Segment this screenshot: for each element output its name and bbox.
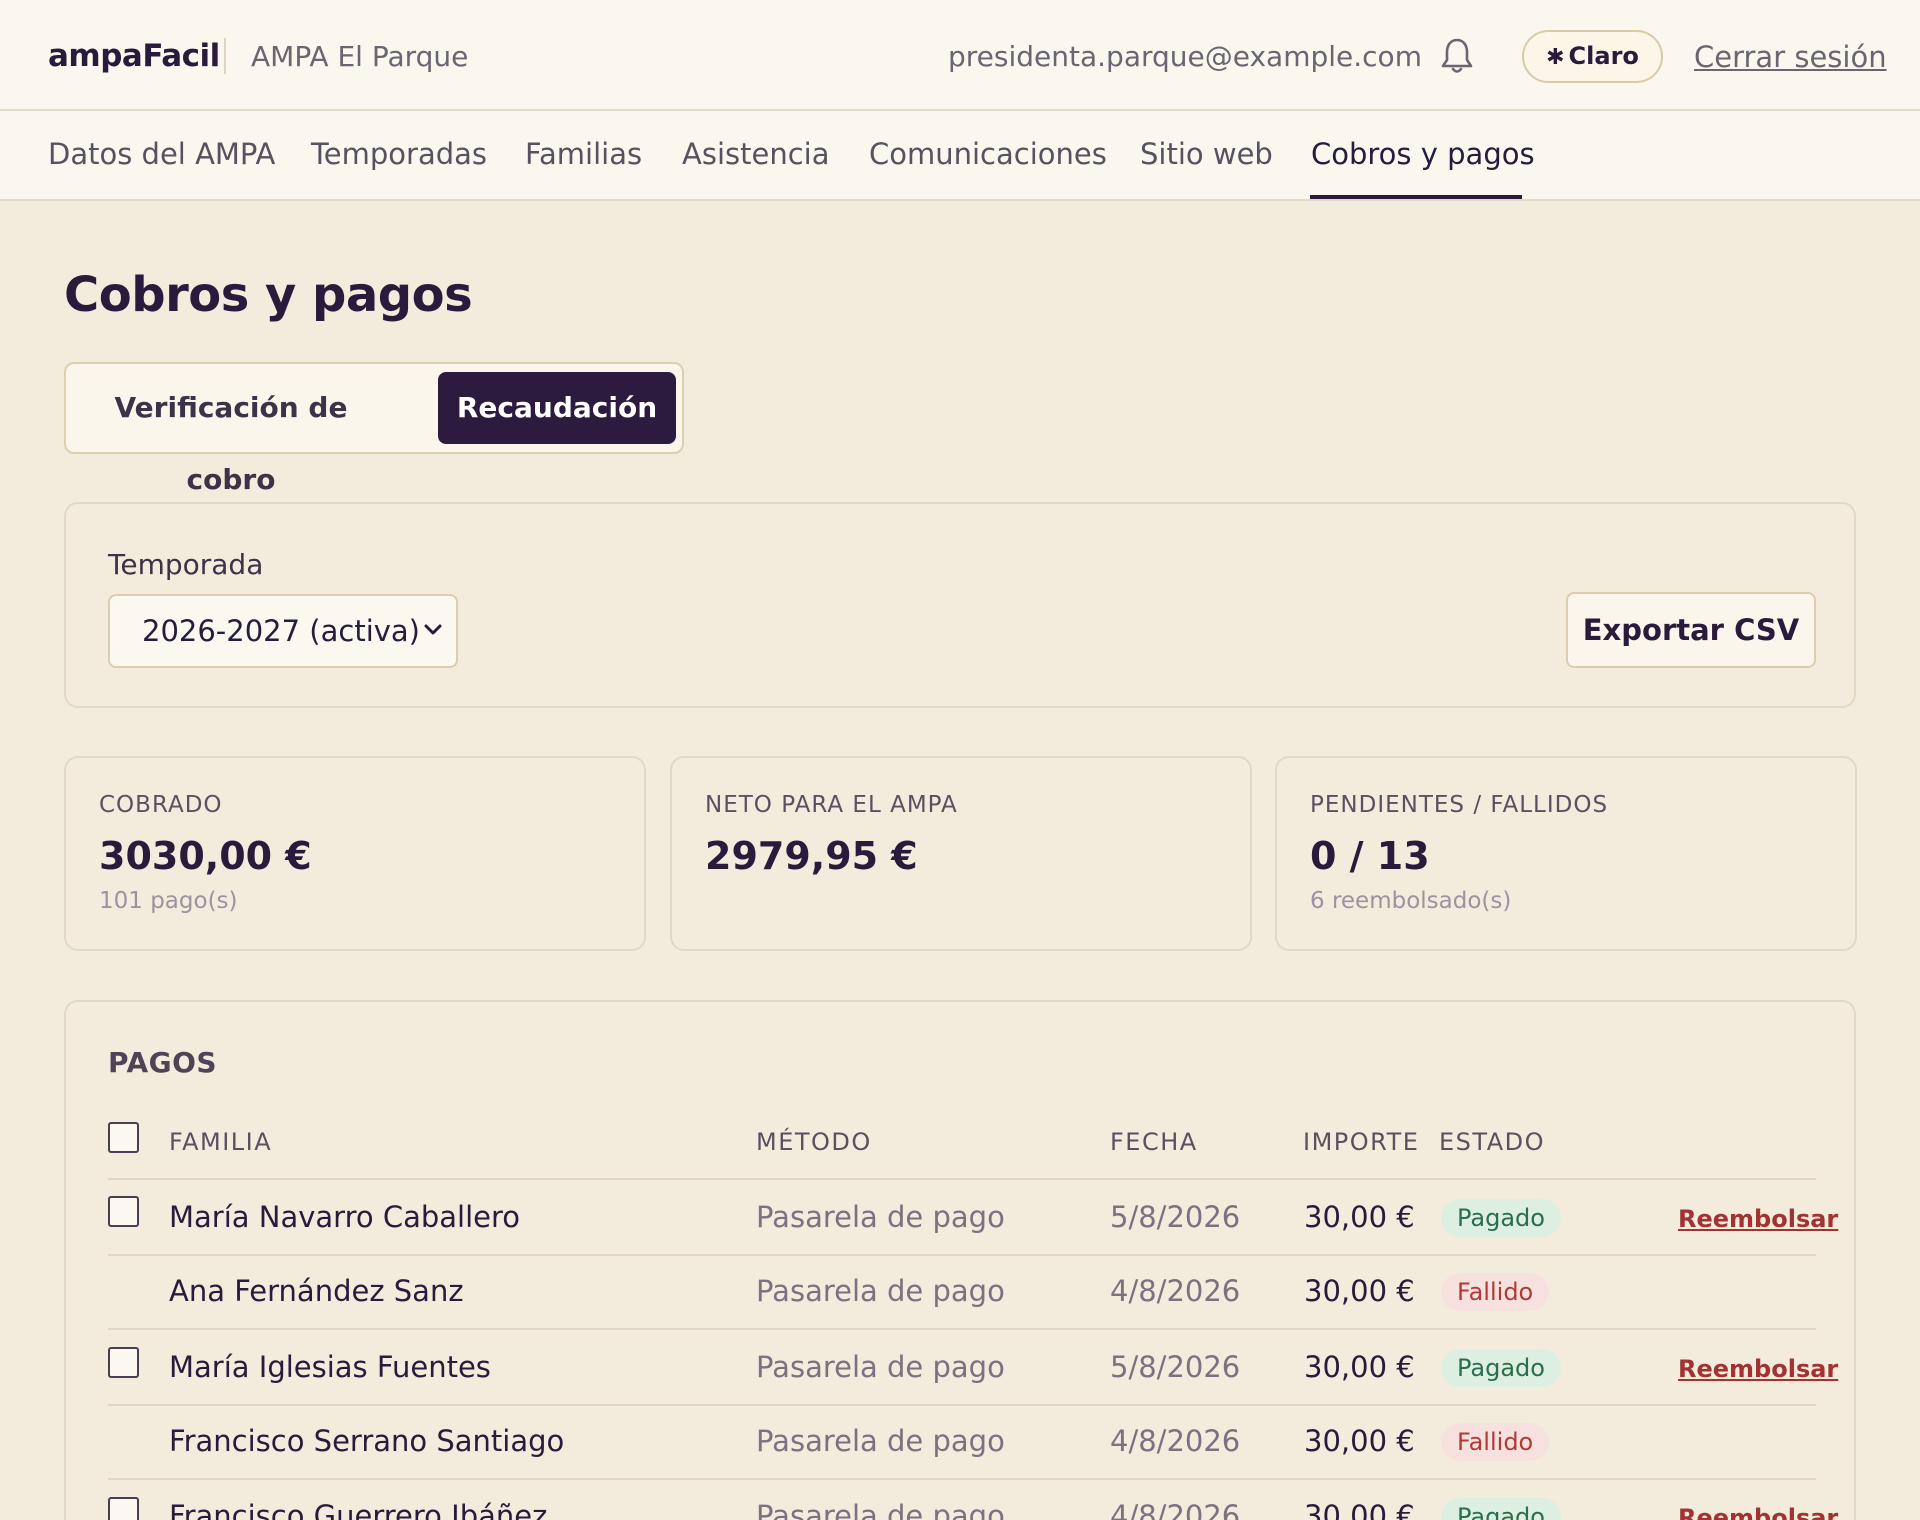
column-header-importe: IMPORTE [1303, 1128, 1420, 1156]
nav-item-asistencia[interactable]: Asistencia [682, 137, 829, 171]
stat-value: 2979,95 € [705, 834, 918, 878]
stat-value: 3030,00 € [99, 834, 312, 878]
organization-name: AMPA El Parque [251, 40, 469, 73]
tab-recaudacion[interactable]: Recaudación [438, 372, 676, 444]
refund-link[interactable]: Reembolsar [1678, 1355, 1838, 1383]
row-date: 4/8/2026 [1110, 1274, 1241, 1308]
row-date: 4/8/2026 [1110, 1424, 1241, 1458]
stat-value: 0 / 13 [1310, 834, 1430, 878]
brand-divider [224, 38, 226, 74]
status-badge: Fallido [1441, 1423, 1550, 1461]
theme-toggle-button[interactable]: ✱ Claro [1522, 30, 1663, 83]
export-csv-button[interactable]: Exportar CSV [1566, 592, 1816, 668]
stat-subtext: 101 pago(s) [99, 888, 238, 914]
row-checkbox[interactable] [108, 1196, 139, 1227]
user-email: presidenta.parque@example.com [948, 40, 1422, 73]
payments-panel: PAGOS FAMILIA MÉTODO FECHA IMPORTE ESTAD… [64, 1000, 1856, 1520]
select-all-checkbox[interactable] [108, 1122, 139, 1153]
chevron-down-icon [424, 624, 442, 635]
row-method: Pasarela de pago [756, 1274, 1005, 1308]
nav-item-temporadas[interactable]: Temporadas [311, 137, 487, 171]
table-divider [108, 1178, 1816, 1180]
view-switcher: Verificación de cobro Recaudación [64, 362, 684, 496]
row-date: 5/8/2026 [1110, 1200, 1241, 1234]
status-badge: Pagado [1441, 1349, 1561, 1387]
nav-item-datos-ampa[interactable]: Datos del AMPA [48, 137, 275, 171]
row-method: Pasarela de pago [756, 1200, 1005, 1234]
row-date: 5/8/2026 [1110, 1350, 1241, 1384]
season-label: Temporada [108, 548, 264, 581]
tab-verificacion-cobro[interactable]: Verificación de cobro [76, 372, 386, 496]
column-header-metodo: MÉTODO [756, 1128, 872, 1156]
row-family: Francisco Serrano Santiago [169, 1424, 565, 1458]
table-divider [108, 1478, 1816, 1480]
brand-logo[interactable]: ampaFacil [48, 38, 220, 74]
row-method: Pasarela de pago [756, 1350, 1005, 1384]
logout-link[interactable]: Cerrar sesión [1694, 40, 1887, 74]
row-amount: 30,00 € [1304, 1200, 1415, 1234]
season-select[interactable]: 2026-2027 (activa) [108, 594, 458, 668]
row-family: Ana Fernández Sanz [169, 1274, 464, 1308]
column-header-estado: ESTADO [1439, 1128, 1545, 1156]
page-title: Cobros y pagos [64, 267, 473, 323]
payments-title: PAGOS [108, 1046, 218, 1079]
row-date: 4/8/2026 [1110, 1499, 1241, 1520]
nav-active-indicator [1310, 195, 1522, 199]
stat-label: COBRADO [99, 792, 223, 818]
row-family: Francisco Guerrero Ibáñez [169, 1499, 548, 1520]
stat-card-cobrado: COBRADO 3030,00 € 101 pago(s) [64, 756, 646, 951]
row-method: Pasarela de pago [756, 1499, 1005, 1520]
bell-icon[interactable] [1440, 36, 1474, 76]
nav-item-sitio-web[interactable]: Sitio web [1140, 137, 1273, 171]
stat-subtext: 6 reembolsado(s) [1310, 888, 1512, 914]
nav-item-cobros-pagos[interactable]: Cobros y pagos [1311, 137, 1535, 171]
season-select-value: 2026-2027 (activa) [142, 614, 420, 648]
theme-toggle-label: Claro [1568, 42, 1639, 70]
table-divider [108, 1328, 1816, 1330]
top-bar: ampaFacil AMPA El Parque presidenta.parq… [0, 0, 1920, 111]
stat-label: PENDIENTES / FALLIDOS [1310, 792, 1609, 818]
row-amount: 30,00 € [1304, 1424, 1415, 1458]
status-badge: Pagado [1441, 1199, 1561, 1237]
stat-label: NETO PARA EL AMPA [705, 792, 958, 818]
table-divider [108, 1404, 1816, 1406]
column-header-familia: FAMILIA [169, 1128, 273, 1156]
column-header-fecha: FECHA [1110, 1128, 1198, 1156]
nav-item-comunicaciones[interactable]: Comunicaciones [869, 137, 1107, 171]
refund-link[interactable]: Reembolsar [1678, 1504, 1838, 1520]
row-amount: 30,00 € [1304, 1274, 1415, 1308]
status-badge: Pagado [1441, 1498, 1561, 1520]
row-amount: 30,00 € [1304, 1499, 1415, 1520]
row-family: María Navarro Caballero [169, 1200, 521, 1234]
table-divider [108, 1254, 1816, 1256]
main-nav: Datos del AMPA Temporadas Familias Asist… [0, 111, 1920, 201]
sun-icon: ✱ [1546, 45, 1565, 70]
row-family: María Iglesias Fuentes [169, 1350, 491, 1384]
row-amount: 30,00 € [1304, 1350, 1415, 1384]
status-badge: Fallido [1441, 1273, 1550, 1311]
nav-item-familias[interactable]: Familias [525, 137, 642, 171]
row-checkbox[interactable] [108, 1347, 139, 1378]
stat-card-neto: NETO PARA EL AMPA 2979,95 € [670, 756, 1252, 951]
stat-card-pendientes: PENDIENTES / FALLIDOS 0 / 13 6 reembolsa… [1275, 756, 1857, 951]
row-checkbox[interactable] [108, 1497, 139, 1520]
refund-link[interactable]: Reembolsar [1678, 1205, 1838, 1233]
filter-panel: Temporada 2026-2027 (activa) Exportar CS… [64, 502, 1856, 708]
row-method: Pasarela de pago [756, 1424, 1005, 1458]
